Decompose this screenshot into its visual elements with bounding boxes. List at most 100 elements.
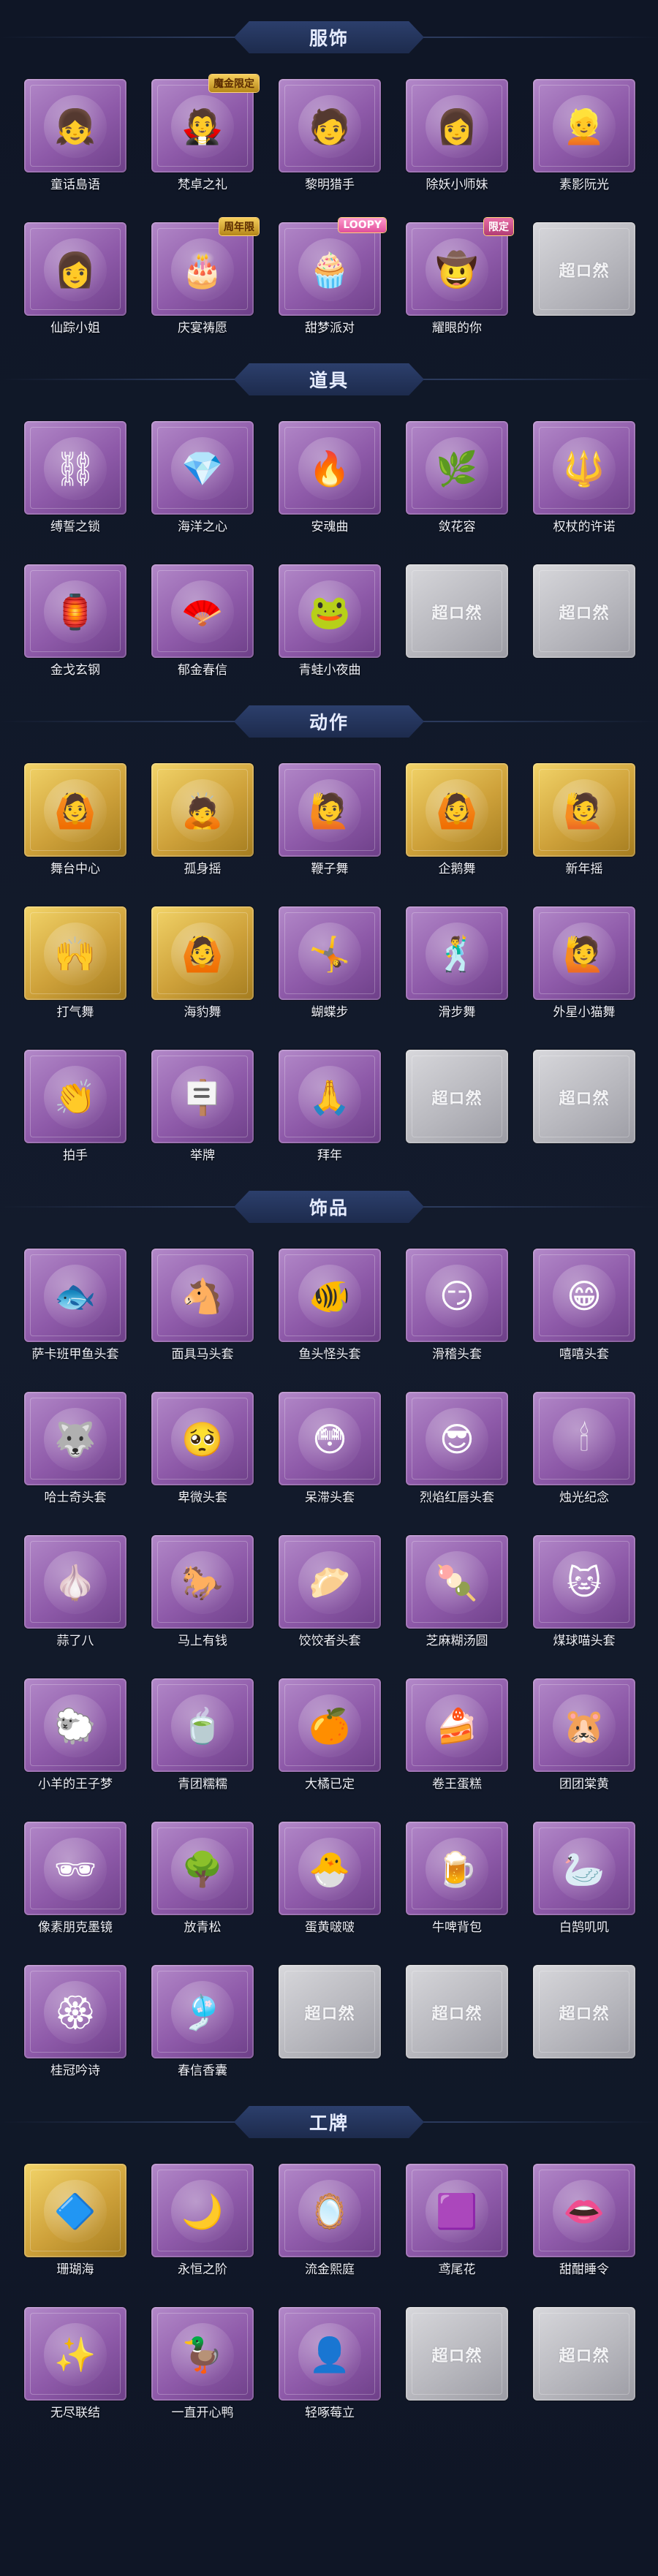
item-card[interactable]: 🐴 面具马头套 bbox=[148, 1249, 257, 1362]
duck-badge-icon: 🦆 bbox=[171, 2323, 234, 2386]
item-card[interactable]: 🏵 桂冠吟诗 bbox=[20, 1965, 130, 2078]
item-card[interactable]: 🧑 黎明猎手 bbox=[275, 79, 385, 192]
item-label: 黎明猎手 bbox=[305, 178, 355, 192]
item-card[interactable]: 🧄 蒜了八 bbox=[20, 1535, 130, 1648]
locked-item-card[interactable]: 超ロ然 bbox=[402, 2307, 512, 2418]
item-card[interactable]: 🙆 企鹅舞 bbox=[402, 763, 512, 876]
item-card[interactable]: 🙌 打气舞 bbox=[20, 906, 130, 1020]
item-label: 永恒之阶 bbox=[178, 2262, 227, 2277]
item-card[interactable]: 🐑 小羊的王子梦 bbox=[20, 1678, 130, 1792]
locked-item-card[interactable]: 超ロ然 bbox=[402, 1965, 512, 2076]
item-card[interactable]: 🐣 蛋黄啵啵 bbox=[275, 1822, 385, 1935]
item-card[interactable]: 👩 除妖小师妹 bbox=[402, 79, 512, 192]
locked-item-card[interactable]: 超ロ然 bbox=[402, 564, 512, 675]
item-card[interactable]: 🦢 白鹄叽叽 bbox=[529, 1822, 639, 1935]
hamster-icon: 🐹 bbox=[553, 1694, 616, 1757]
placeholder-logo-icon: 超ロ然 bbox=[559, 1090, 610, 1108]
placeholder-logo-icon: 超ロ然 bbox=[559, 605, 610, 623]
item-card[interactable]: 🐎 马上有钱 bbox=[148, 1535, 257, 1648]
item-card[interactable]: 👱 素影阮光 bbox=[529, 79, 639, 192]
item-card[interactable]: 🌳 放青松 bbox=[148, 1822, 257, 1935]
necklace-icon: 💎 bbox=[171, 437, 234, 500]
item-card[interactable]: 🍰 卷王蛋糕 bbox=[402, 1678, 512, 1792]
item-card[interactable]: 🕯 烛光纪念 bbox=[529, 1392, 639, 1505]
sign-icon: 🪧 bbox=[171, 1066, 234, 1129]
item-card[interactable]: 💎 海洋之心 bbox=[148, 421, 257, 534]
item-card[interactable]: 🪭 郁金春信 bbox=[148, 564, 257, 678]
item-card[interactable]: 🙆 海豹舞 bbox=[148, 906, 257, 1020]
locked-item-card[interactable]: 超ロ然 bbox=[529, 2307, 639, 2418]
locked-item-card[interactable]: 超ロ然 bbox=[529, 222, 639, 333]
item-card[interactable]: 😁 嘻嘻头套 bbox=[529, 1249, 639, 1362]
item-card[interactable]: 🌿 敛花容 bbox=[402, 421, 512, 534]
item-card[interactable]: 👩 仙踪小姐 bbox=[20, 222, 130, 336]
item-card[interactable]: 🐹 团团棠黄 bbox=[529, 1678, 639, 1792]
item-label: 鱼头怪头套 bbox=[298, 1347, 361, 1362]
item-card[interactable]: ✨ 无尽联结 bbox=[20, 2307, 130, 2420]
item-card[interactable]: 🦆 一直开心鸭 bbox=[148, 2307, 257, 2420]
item-card[interactable]: 🕶 像素朋克墨镜 bbox=[20, 1822, 130, 1935]
locked-item-card[interactable]: 超ロ然 bbox=[275, 1965, 385, 2076]
item-card[interactable]: 🕺 滑步舞 bbox=[402, 906, 512, 1020]
mirror-badge-icon: 🪞 bbox=[298, 2180, 361, 2243]
placeholder-logo-icon: 超ロ然 bbox=[431, 2005, 483, 2023]
item-card[interactable]: 👏 拍手 bbox=[20, 1050, 130, 1163]
item-card[interactable]: 🐸 青蛙小夜曲 bbox=[275, 564, 385, 678]
item-card[interactable]: 🐺 哈士奇头套 bbox=[20, 1392, 130, 1505]
item-card[interactable]: 😳 呆滞头套 bbox=[275, 1392, 385, 1505]
item-card[interactable]: 🙋 外星小猫舞 bbox=[529, 906, 639, 1020]
locked-item-card[interactable]: 超ロ然 bbox=[529, 564, 639, 675]
item-label: 青团糯糯 bbox=[178, 1777, 227, 1792]
item-card[interactable]: 🐠 鱼头怪头套 bbox=[275, 1249, 385, 1362]
item-card[interactable]: 🍵 青团糯糯 bbox=[148, 1678, 257, 1792]
placeholder-logo-icon: 超ロ然 bbox=[431, 2347, 483, 2365]
item-card[interactable]: 🔱 权杖的许诺 bbox=[529, 421, 639, 534]
costume-portrait-icon: 👧 bbox=[44, 95, 107, 158]
item-card[interactable]: 🧛 梵卓之礼 魔金限定 bbox=[148, 75, 259, 192]
item-card[interactable]: 🏮 金戈玄钢 bbox=[20, 564, 130, 678]
item-card[interactable]: 🟪 鸢尾花 bbox=[402, 2164, 512, 2277]
item-label: 烈焰红唇头套 bbox=[420, 1490, 494, 1505]
locked-item-card[interactable]: 超ロ然 bbox=[402, 1050, 512, 1161]
item-card[interactable]: 🙇 孤身摇 bbox=[148, 763, 257, 876]
item-card[interactable]: 🌙 永恒之阶 bbox=[148, 2164, 257, 2277]
item-card[interactable]: 🍡 芝麻糊汤圆 bbox=[402, 1535, 512, 1648]
item-card[interactable]: 🥺 卑微头套 bbox=[148, 1392, 257, 1505]
costume-portrait-icon: 🧑 bbox=[298, 95, 361, 158]
banner-plate: 服饰 bbox=[234, 21, 424, 53]
costume-portrait-icon: 🤠 bbox=[426, 238, 488, 301]
item-card[interactable]: 🙆 舞台中心 bbox=[20, 763, 130, 876]
locked-item-card[interactable]: 超ロ然 bbox=[529, 1965, 639, 2076]
item-card[interactable]: 😏 滑稽头套 bbox=[402, 1249, 512, 1362]
item-card[interactable]: 🥟 饺饺者头套 bbox=[275, 1535, 385, 1648]
locked-item-card[interactable]: 超ロ然 bbox=[529, 1050, 639, 1161]
item-card[interactable]: 👤 轻啄莓立 bbox=[275, 2307, 385, 2420]
crystal-badge-icon: 🔷 bbox=[44, 2180, 107, 2243]
item-card[interactable]: 🤠 耀眼的你 限定 bbox=[402, 218, 513, 336]
item-label: 白鹄叽叽 bbox=[559, 1920, 609, 1935]
item-label: 珊瑚海 bbox=[56, 2262, 94, 2277]
placeholder-logo-icon: 超ロ然 bbox=[559, 2005, 610, 2023]
item-card[interactable]: 🎐 春信香囊 bbox=[148, 1965, 257, 2078]
item-card[interactable]: 🙏 拜年 bbox=[275, 1050, 385, 1163]
item-card[interactable]: 🔷 珊瑚海 bbox=[20, 2164, 130, 2277]
item-card[interactable]: 🐟 萨卡班甲鱼头套 bbox=[20, 1249, 130, 1362]
item-card[interactable]: 👧 童话島语 bbox=[20, 79, 130, 192]
item-label: 甜酣睡令 bbox=[559, 2262, 609, 2277]
item-card[interactable]: 🍺 牛啤背包 bbox=[402, 1822, 512, 1935]
item-card[interactable]: 🪞 流金熙庭 bbox=[275, 2164, 385, 2277]
item-card[interactable]: 👄 甜酣睡令 bbox=[529, 2164, 639, 2277]
item-card[interactable]: 🔥 安魂曲 bbox=[275, 421, 385, 534]
dance-pose-icon: 🙌 bbox=[44, 923, 107, 985]
item-card[interactable]: 🪧 举牌 bbox=[148, 1050, 257, 1163]
item-card[interactable]: 🙋 鞭子舞 bbox=[275, 763, 385, 876]
item-card[interactable]: ⛓ 缚誓之锁 bbox=[20, 421, 130, 534]
item-card[interactable]: 🤸 蝴蝶步 bbox=[275, 906, 385, 1020]
item-card[interactable]: 🙋 新年摇 bbox=[529, 763, 639, 876]
item-card[interactable]: 😎 烈焰红唇头套 bbox=[402, 1392, 512, 1505]
item-card[interactable]: 🐱 煤球喵头套 bbox=[529, 1535, 639, 1648]
item-card[interactable]: 🍊 大橘已定 bbox=[275, 1678, 385, 1792]
item-card[interactable]: 🎂 庆宴祷愿 周年限 bbox=[148, 218, 259, 336]
item-card[interactable]: 🧁 甜梦派对 LOOPY bbox=[275, 218, 386, 336]
dance-pose-icon: 🕺 bbox=[426, 923, 488, 985]
